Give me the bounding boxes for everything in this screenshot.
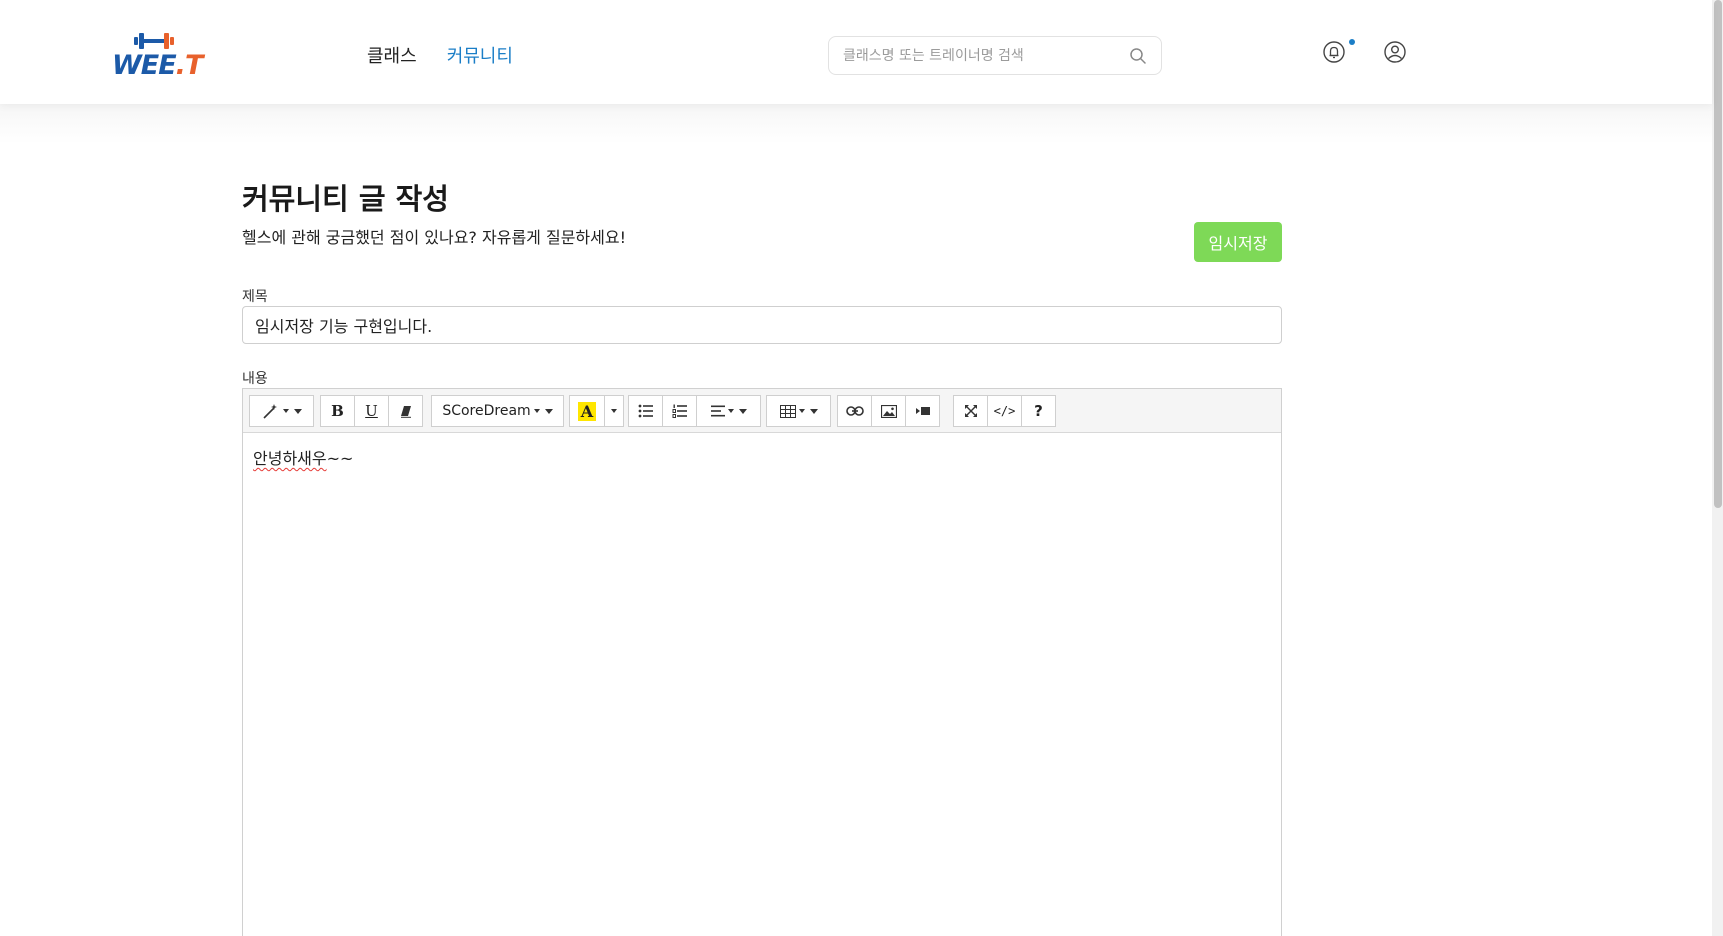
color-group: A [569,395,624,427]
numbered-list-icon [672,404,687,418]
scrollbar-thumb[interactable] [1714,0,1722,508]
table-group [766,395,831,427]
editor-content-area[interactable]: 안녕하새우~~ [243,433,1281,936]
header-shadow-band [0,104,1712,144]
help-button[interactable]: ? [1021,395,1056,427]
chevron-down-icon [293,408,302,414]
rich-text-editor: B U SCoreDream A </> ? 안녕하새우~~ [242,388,1282,936]
page-title: 커뮤니티 글 작성 [242,182,449,216]
style-group [249,395,314,427]
link-icon [845,406,864,416]
clear-format-button[interactable] [388,395,423,427]
top-navigation-bar: WEE.T 클래스 커뮤니티 [0,0,1712,104]
underline-button[interactable]: U [354,395,389,427]
search-box [828,36,1162,75]
chevron-down-icon [738,408,747,414]
bullet-list-icon [638,404,653,418]
font-family-dropdown[interactable]: SCoreDream [431,395,564,427]
ordered-list-button[interactable] [662,395,697,427]
magic-wand-icon [262,404,277,419]
chevron-down-icon [809,408,818,414]
font-name-group: SCoreDream [431,395,564,427]
temp-save-button[interactable]: 임시저장 [1194,222,1282,262]
style-magic-button[interactable] [249,395,314,427]
font-family-label: SCoreDream [442,403,531,419]
nav-item-class[interactable]: 클래스 [367,42,417,68]
caret-down-icon [533,409,540,413]
paragraph-align-dropdown[interactable] [696,395,761,427]
insert-group [837,395,940,427]
weet-logo[interactable]: WEE.T [112,30,203,82]
list-group [628,395,761,427]
table-icon [779,404,796,418]
bell-icon[interactable] [1322,40,1346,64]
unordered-list-button[interactable] [628,395,663,427]
text-color-dropdown[interactable] [604,395,624,427]
editor-toolbar: B U SCoreDream A </> ? [243,389,1281,433]
insert-image-button[interactable] [871,395,906,427]
table-dropdown[interactable] [766,395,831,427]
logo-wordmark: WEE.T [112,50,203,81]
misspelled-word: 안녕하새우 [253,449,327,468]
align-left-icon [710,405,725,417]
text-color-sample: A [577,401,597,421]
notification-badge-dot [1349,39,1355,45]
code-view-button[interactable]: </> [987,395,1022,427]
caret-down-icon [282,409,289,413]
title-label: 제목 [242,289,268,305]
title-field[interactable] [242,306,1282,344]
nav-item-community[interactable]: 커뮤니티 [447,42,513,68]
expand-icon [964,405,977,417]
search-icon[interactable] [1129,47,1147,65]
picture-icon [880,404,897,418]
bold-button[interactable]: B [320,395,355,427]
content-label: 내용 [242,371,268,387]
font-style-group: B U [320,395,423,427]
caret-down-icon [611,409,617,413]
content-text: ~~ [326,449,354,468]
search-input[interactable] [843,37,1123,74]
view-group: </> ? [953,395,1056,427]
insert-video-button[interactable] [905,395,940,427]
fullscreen-button[interactable] [953,395,988,427]
text-color-button[interactable]: A [569,395,605,427]
page-subtitle: 헬스에 관해 궁금했던 점이 있나요? 자유롭게 질문하세요! [242,228,626,247]
chevron-down-icon [544,408,553,414]
main-nav: 클래스 커뮤니티 [367,42,513,68]
insert-link-button[interactable] [837,395,872,427]
dumbbell-icon [134,33,174,49]
eraser-icon [400,406,411,418]
video-icon [915,407,930,415]
user-circle-icon[interactable] [1383,40,1407,64]
caret-down-icon [798,409,805,413]
caret-down-icon [727,409,734,413]
